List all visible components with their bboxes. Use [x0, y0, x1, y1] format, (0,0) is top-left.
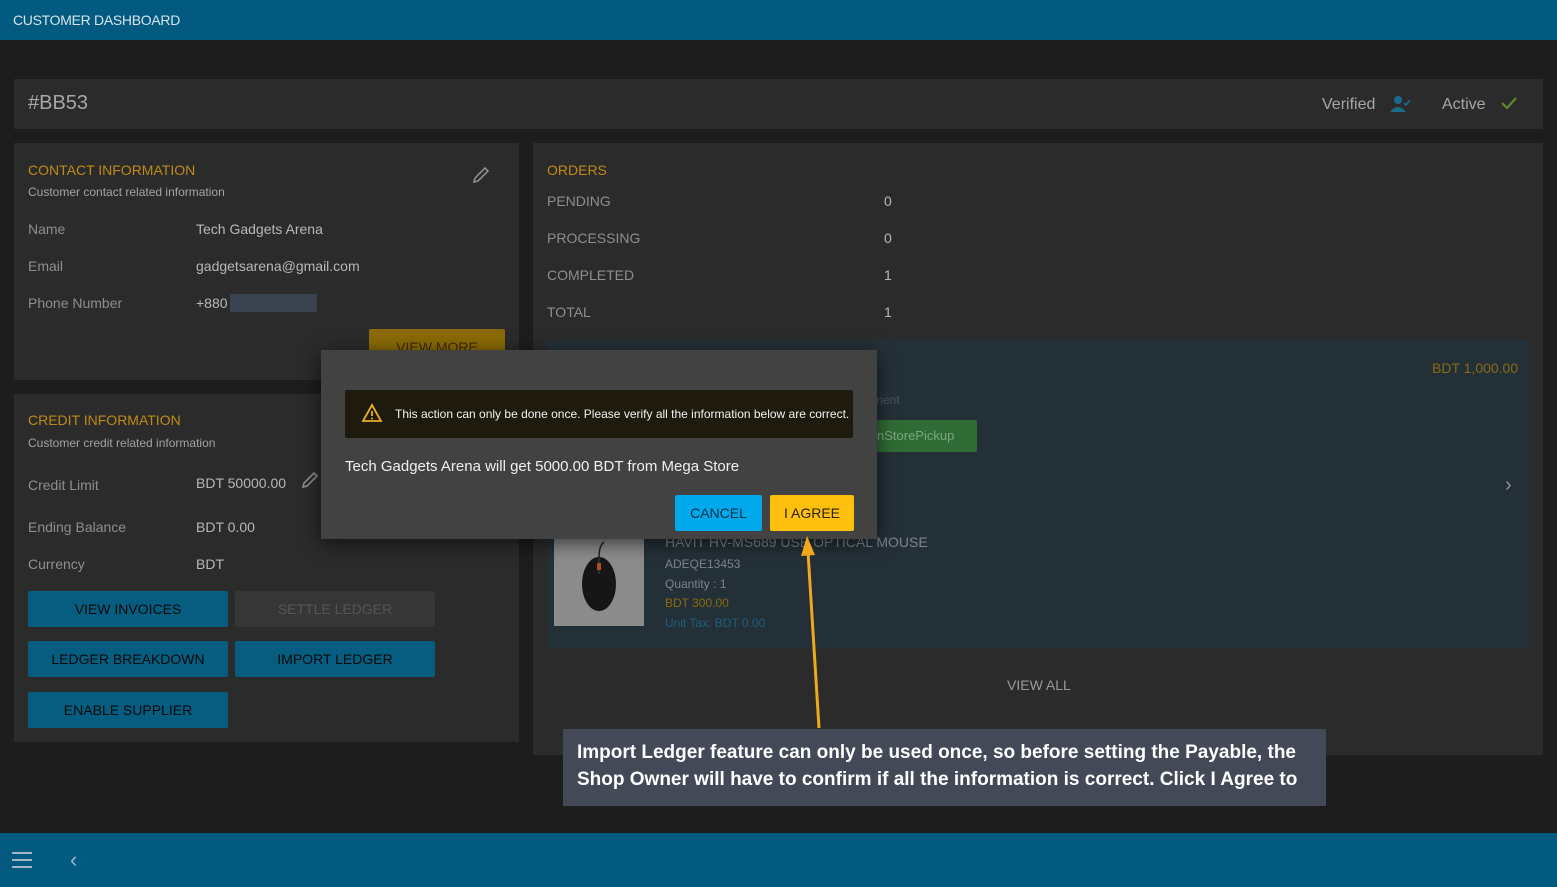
contact-info-card: CONTACT INFORMATION Customer contact rel… [14, 143, 519, 380]
warning-icon [361, 403, 383, 422]
product-unit-tax: Unit Tax: BDT 0.00 [665, 616, 766, 630]
confirm-message: Tech Gadgets Arena will get 5000.00 BDT … [345, 458, 740, 475]
check-icon [1501, 97, 1517, 110]
ending-balance-label: Ending Balance [28, 519, 127, 535]
i-agree-label: I AGREE [783, 505, 841, 521]
email-value: gadgetsarena@gmail.com [196, 258, 360, 274]
view-invoices-button[interactable]: VIEW INVOICES [28, 591, 228, 627]
orders-pending-label: PENDING [547, 193, 611, 209]
currency-label: Currency [28, 556, 85, 572]
contact-title: CONTACT INFORMATION [28, 162, 196, 178]
view-all-link[interactable]: VIEW ALL [1007, 677, 1071, 693]
back-chevron-icon[interactable]: ‹ [70, 847, 77, 873]
app-title: CUSTOMER DASHBOARD [13, 12, 181, 28]
orders-pending-value: 0 [884, 193, 892, 209]
active-status: Active [1442, 96, 1486, 113]
orders-processing-value: 0 [884, 230, 892, 246]
tutorial-callout: Import Ledger feature can only be used o… [563, 729, 1326, 806]
hamburger-menu-icon[interactable] [12, 852, 32, 868]
orders-completed-value: 1 [884, 267, 892, 283]
callout-line-1: Import Ledger feature can only be used o… [577, 742, 1296, 763]
orders-title: ORDERS [547, 162, 607, 178]
phone-redaction [230, 294, 317, 312]
delivery-chip-label: nStorePickup [877, 428, 955, 443]
product-quantity: Quantity : 1 [665, 577, 727, 591]
enable-supplier-button[interactable]: ENABLE SUPPLIER [28, 692, 228, 728]
contact-subtitle: Customer contact related information [28, 185, 225, 199]
orders-completed-label: COMPLETED [547, 267, 635, 283]
order-total-amount: BDT 1,000.00 [1432, 360, 1519, 376]
ledger-breakdown-label: LEDGER BREAKDOWN [51, 651, 205, 667]
currency-value: BDT [196, 556, 224, 572]
email-label: Email [28, 258, 64, 274]
customer-header: #BB53 Verified Active [14, 79, 1543, 129]
enable-supplier-label: ENABLE SUPPLIER [63, 702, 193, 718]
warning-banner: This action can only be done once. Pleas… [345, 390, 853, 438]
orders-processing-label: PROCESSING [547, 230, 641, 246]
cancel-label: CANCEL [690, 505, 747, 521]
name-label: Name [28, 221, 66, 237]
edit-contact-icon[interactable] [471, 165, 491, 185]
credit-subtitle: Customer credit related information [28, 436, 216, 450]
import-ledger-button[interactable]: IMPORT LEDGER [235, 641, 435, 677]
mouse-icon [554, 534, 644, 626]
ending-balance-value: BDT 0.00 [196, 519, 255, 535]
payment-status-fragment: ment [873, 393, 900, 407]
edit-credit-limit-icon[interactable] [300, 470, 320, 490]
delivery-chip: nStorePickup [877, 420, 977, 452]
product-image [554, 534, 644, 626]
credit-limit-label: Credit Limit [28, 477, 99, 493]
ledger-breakdown-button[interactable]: LEDGER BREAKDOWN [28, 641, 228, 677]
settle-ledger-label: SETTLE LEDGER [277, 601, 393, 617]
phone-prefix: +880 [196, 295, 228, 311]
callout-line-2: Shop Owner will have to confirm if all t… [577, 769, 1298, 790]
bottom-nav-bar: ‹ [0, 833, 1557, 887]
product-sku: ADEQE13453 [665, 557, 741, 571]
credit-limit-value: BDT 50000.00 [196, 475, 287, 491]
name-value: Tech Gadgets Arena [196, 221, 323, 237]
cancel-button[interactable]: CANCEL [675, 495, 762, 531]
phone-label: Phone Number [28, 295, 123, 311]
orders-total-label: TOTAL [547, 304, 591, 320]
chevron-right-icon[interactable]: › [1505, 474, 1512, 497]
settle-ledger-button[interactable]: SETTLE LEDGER [235, 591, 435, 627]
credit-title: CREDIT INFORMATION [28, 412, 181, 428]
verified-user-icon [1390, 96, 1411, 112]
verified-status: Verified [1322, 96, 1376, 113]
product-price: BDT 300.00 [665, 596, 729, 610]
orders-total-value: 1 [884, 304, 892, 320]
top-app-bar: CUSTOMER DASHBOARD [0, 0, 1557, 40]
import-ledger-confirm-dialog: This action can only be done once. Pleas… [321, 350, 877, 539]
customer-id: #BB53 [28, 92, 89, 114]
import-ledger-label: IMPORT LEDGER [277, 651, 393, 667]
i-agree-button[interactable]: I AGREE [770, 495, 854, 531]
warning-text: This action can only be done once. Pleas… [395, 407, 850, 421]
view-invoices-label: VIEW INVOICES [74, 601, 182, 617]
